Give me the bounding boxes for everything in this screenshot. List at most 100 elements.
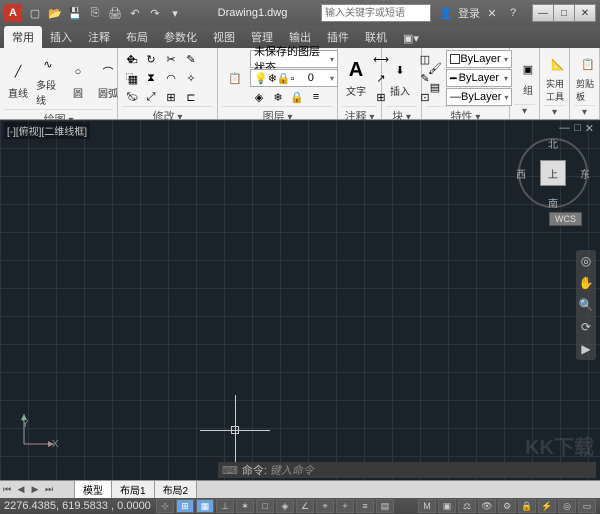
status-modelspace[interactable]: M xyxy=(418,499,436,513)
viewcube-top-face[interactable]: 上 xyxy=(540,160,566,186)
erase-icon[interactable]: ✎ xyxy=(182,50,200,68)
tab-layout[interactable]: 布局 xyxy=(118,26,156,48)
nav-pan-icon[interactable]: ✋ xyxy=(576,272,596,294)
tab-first-icon[interactable]: ⏮ xyxy=(0,484,14,495)
command-line[interactable]: ⌨ 命令: 键入命令 xyxy=(218,462,596,478)
minimize-button[interactable]: — xyxy=(532,4,554,22)
status-3dosnap[interactable]: ◈ xyxy=(276,499,294,513)
lineweight-combo[interactable]: ━ByLayer▾ xyxy=(446,69,512,87)
line-button[interactable]: ╱直线 xyxy=(4,50,32,109)
viewport-close-icon[interactable]: ✕ xyxy=(585,122,594,135)
viewcube[interactable]: 上 北 南 东 西 xyxy=(518,138,588,208)
status-lock-ui[interactable]: 🔒 xyxy=(518,499,536,513)
tab-expand-icon[interactable]: ▣▾ xyxy=(395,29,427,48)
tab-prev-icon[interactable]: ◀ xyxy=(14,484,28,495)
qat-open-icon[interactable]: 📂 xyxy=(46,4,64,22)
tab-last-icon[interactable]: ⏭ xyxy=(42,484,56,495)
status-dyn[interactable]: + xyxy=(336,499,354,513)
tab-home[interactable]: 常用 xyxy=(4,26,42,48)
help-icon[interactable]: ? xyxy=(504,4,522,22)
status-snap[interactable]: ⊞ xyxy=(176,499,194,513)
status-hardware-accel[interactable]: ⚡ xyxy=(538,499,556,513)
layer-state-combo[interactable]: 未保存的图层状态▾ xyxy=(250,50,338,68)
qat-print-icon[interactable]: 🖨 xyxy=(106,4,124,22)
viewport-label[interactable]: [-][俯视][二维线框] xyxy=(4,122,90,139)
layer-match-icon[interactable]: ≡ xyxy=(307,88,325,106)
status-grid[interactable]: ▦ xyxy=(196,499,214,513)
tab-layout2[interactable]: 布局2 xyxy=(154,480,198,499)
tab-online[interactable]: 联机 xyxy=(357,26,395,48)
prop-list-icon[interactable]: ▤ xyxy=(426,79,444,97)
linetype-combo[interactable]: —ByLayer▾ xyxy=(446,88,512,106)
scale-icon[interactable]: ⤢ xyxy=(142,88,160,106)
viewcube-west[interactable]: 西 xyxy=(516,166,526,181)
viewcube-north[interactable]: 北 xyxy=(548,136,558,151)
layer-freeze-icon[interactable]: ❄ xyxy=(269,88,287,106)
qat-save-icon[interactable]: 💾 xyxy=(66,4,84,22)
circle-button[interactable]: ○圆 xyxy=(64,50,92,109)
tab-view[interactable]: 视图 xyxy=(205,26,243,48)
color-combo[interactable]: ByLayer▾ xyxy=(446,50,512,68)
status-workspace[interactable]: ⚙ xyxy=(498,499,516,513)
tab-layout1[interactable]: 布局1 xyxy=(111,480,155,499)
layer-current-combo[interactable]: 💡❄🔒▫ 0▾ xyxy=(250,69,338,87)
fillet-icon[interactable]: ◠ xyxy=(162,69,180,87)
stretch-icon[interactable]: ⤡ xyxy=(122,88,140,106)
status-otrack[interactable]: ∠ xyxy=(296,499,314,513)
nav-showmotion-icon[interactable]: ▶ xyxy=(576,338,596,360)
move-icon[interactable]: ✥ xyxy=(122,50,140,68)
coordinates-readout[interactable]: 2276.4385, 619.5833 , 0.0000 xyxy=(4,500,154,512)
close-button[interactable]: ✕ xyxy=(574,4,596,22)
status-osnap[interactable]: □ xyxy=(256,499,274,513)
tab-model[interactable]: 模型 xyxy=(74,480,112,499)
qat-undo-icon[interactable]: ↶ xyxy=(126,4,144,22)
tab-insert[interactable]: 插入 xyxy=(42,26,80,48)
layer-lock-icon[interactable]: 🔒 xyxy=(288,88,306,106)
paste-button[interactable]: 📋剪贴板 xyxy=(574,50,600,105)
layer-iso-icon[interactable]: ◈ xyxy=(250,88,268,106)
mirror-icon[interactable]: ⧗ xyxy=(142,69,160,87)
maximize-button[interactable]: □ xyxy=(553,4,575,22)
status-lwt[interactable]: ≡ xyxy=(356,499,374,513)
layer-properties-button[interactable]: 📋 xyxy=(222,50,248,106)
drawing-area[interactable]: [-][俯视][二维线框] — □ ✕ YX 上 北 南 东 西 WCS ◎ ✋… xyxy=(0,120,600,480)
nav-orbit-icon[interactable]: ⟳ xyxy=(576,316,596,338)
rotate-icon[interactable]: ↻ xyxy=(142,50,160,68)
offset-icon[interactable]: ⊏ xyxy=(182,88,200,106)
qat-saveas-icon[interactable]: ⎘ xyxy=(86,4,104,22)
tab-next-icon[interactable]: ▶ xyxy=(28,484,42,495)
qat-new-icon[interactable]: ▢ xyxy=(26,4,44,22)
status-clean-screen[interactable]: ▭ xyxy=(578,499,596,513)
status-ducs[interactable]: ⌖ xyxy=(316,499,334,513)
nav-wheel-icon[interactable]: ◎ xyxy=(576,250,596,272)
status-annoscale[interactable]: ⚖ xyxy=(458,499,476,513)
viewport-max-icon[interactable]: □ xyxy=(574,122,581,135)
status-quickprop[interactable]: ▣ xyxy=(438,499,456,513)
text-button[interactable]: A文字 xyxy=(342,50,370,106)
nav-zoom-icon[interactable]: 🔍 xyxy=(576,294,596,316)
help-search-input[interactable] xyxy=(321,4,431,22)
status-polar[interactable]: ✶ xyxy=(236,499,254,513)
status-tpy[interactable]: ▤ xyxy=(376,499,394,513)
tab-parametric[interactable]: 参数化 xyxy=(156,26,205,48)
qat-redo-icon[interactable]: ↷ xyxy=(146,4,164,22)
status-ortho[interactable]: ⊥ xyxy=(216,499,234,513)
trim-icon[interactable]: ✂ xyxy=(162,50,180,68)
wcs-badge[interactable]: WCS xyxy=(549,212,582,226)
viewport-min-icon[interactable]: — xyxy=(559,122,570,135)
viewcube-south[interactable]: 南 xyxy=(548,195,558,210)
qat-dropdown-icon[interactable]: ▾ xyxy=(166,4,184,22)
group-button[interactable]: ▣组 xyxy=(514,50,542,104)
tab-annotate[interactable]: 注释 xyxy=(80,26,118,48)
polyline-button[interactable]: ∿多段线 xyxy=(34,50,62,109)
status-infer[interactable]: ⊹ xyxy=(156,499,174,513)
match-prop-icon[interactable]: 🖌 xyxy=(426,60,444,78)
status-annovisibility[interactable]: 👁 xyxy=(478,499,496,513)
array-icon[interactable]: ⊞ xyxy=(162,88,180,106)
viewcube-east[interactable]: 东 xyxy=(580,166,590,181)
insert-button[interactable]: ⬇插入 xyxy=(386,50,414,106)
copy-icon[interactable]: ⿻ xyxy=(122,69,140,87)
exchange-icon[interactable]: ✕ xyxy=(483,4,501,22)
login-label[interactable]: 登录 xyxy=(458,5,480,21)
explode-icon[interactable]: ✧ xyxy=(182,69,200,87)
